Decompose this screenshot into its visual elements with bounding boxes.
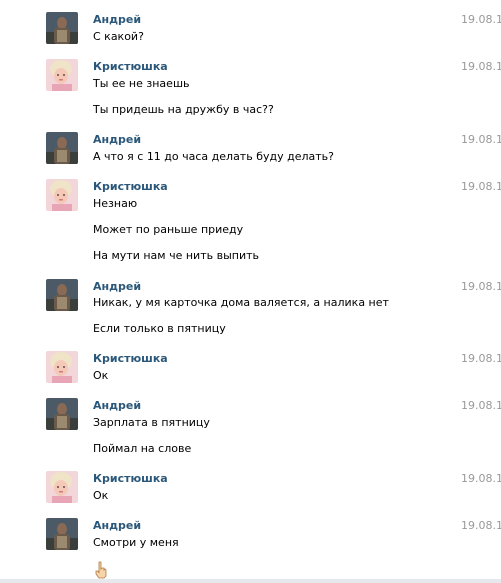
avatar-kristyushka[interactable] (46, 179, 78, 211)
message-text: Зарплата в пятницу (93, 416, 210, 429)
hand-cursor-icon (95, 561, 107, 579)
message-author-link[interactable]: Кристюшка (93, 60, 168, 73)
message-text: Смотри у меня (93, 536, 179, 549)
avatar-kristyushka[interactable] (46, 471, 78, 503)
message-time[interactable]: 19.08.1 (461, 133, 501, 146)
avatar-andrey[interactable] (46, 132, 78, 164)
message-text: Незнаю (93, 197, 138, 210)
message-author-link[interactable]: Андрей (93, 399, 141, 412)
avatar-andrey[interactable] (46, 279, 78, 311)
avatar-andrey[interactable] (46, 518, 78, 550)
message-author-link[interactable]: Кристюшка (93, 180, 168, 193)
message-time[interactable]: 19.08.1 (461, 280, 501, 293)
message-time[interactable]: 19.08.1 (461, 352, 501, 365)
message-time[interactable]: 19.08.1 (461, 399, 501, 412)
avatar-kristyushka[interactable] (46, 351, 78, 383)
bottom-divider (0, 579, 501, 583)
message-text: Если только в пятницу (93, 322, 226, 335)
avatar-andrey[interactable] (46, 12, 78, 44)
message-author-link[interactable]: Андрей (93, 519, 141, 532)
message-author-link[interactable]: Кристюшка (93, 352, 168, 365)
message-text: Ты ее не знаешь (93, 77, 190, 90)
message-text: С какой? (93, 30, 144, 43)
message-author-link[interactable]: Кристюшка (93, 472, 168, 485)
message-author-link[interactable]: Андрей (93, 280, 141, 293)
message-text: Никак, у мя карточка дома валяется, а на… (93, 296, 389, 309)
message-time[interactable]: 19.08.1 (461, 519, 501, 532)
message-time[interactable]: 19.08.1 (461, 180, 501, 193)
message-text: Поймал на слове (93, 442, 192, 455)
message-time[interactable]: 19.08.1 (461, 60, 501, 73)
message-text: Ок (93, 489, 109, 502)
message-author-link[interactable]: Андрей (93, 133, 141, 146)
message-text: Ок (93, 369, 109, 382)
avatar-andrey[interactable] (46, 398, 78, 430)
avatar-kristyushka[interactable] (46, 59, 78, 91)
message-text: Ты придешь на дружбу в час?? (93, 103, 274, 116)
message-text: Может по раньше приеду (93, 223, 244, 236)
message-time[interactable]: 19.08.1 (461, 13, 501, 26)
message-author-link[interactable]: Андрей (93, 13, 141, 26)
message-text: На мути нам че нить выпить (93, 249, 259, 262)
message-time[interactable]: 19.08.1 (461, 472, 501, 485)
message-text: А что я с 11 до часа делать буду делать? (93, 150, 334, 163)
